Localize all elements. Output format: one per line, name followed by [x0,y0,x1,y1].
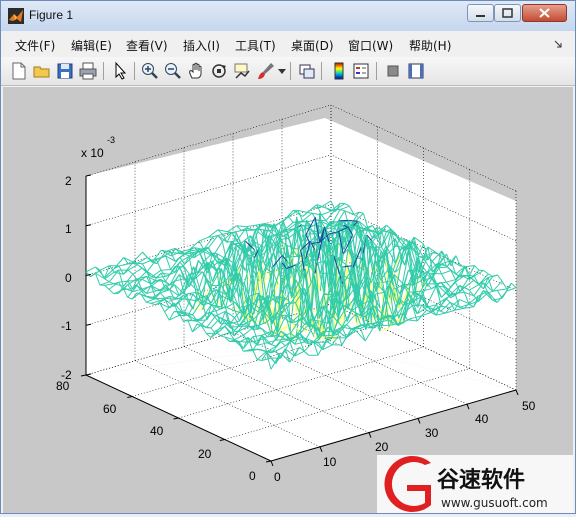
z-exponent-label: x 10 [81,146,104,160]
mesh-line [413,305,422,306]
y-tick-mark [127,397,132,398]
brush-icon[interactable] [256,61,276,81]
show-plot-tools-icon[interactable] [406,61,426,81]
x-tick-label: 10 [323,455,337,469]
dock-arrow-icon[interactable] [553,39,563,49]
title-bar[interactable]: Figure 1 [1,1,575,31]
mesh-line [161,270,171,271]
new-figure-icon[interactable] [9,61,29,81]
watermark-url: www.gusuoft.com [441,496,548,510]
close-icon [523,5,566,21]
x-tick-mark [467,404,469,409]
window-title: Figure 1 [29,8,73,22]
menu-help[interactable]: 帮助(H) [409,37,451,54]
y-tick-label: 80 [56,379,70,393]
y-tick-label: 60 [103,402,117,416]
menu-bar: 文件(F) 编辑(E) 查看(V) 插入(I) 工具(T) 桌面(D) 窗口(W… [1,33,575,55]
y-tick-label: 0 [249,469,256,483]
x-tick-label: 0 [274,470,281,484]
menu-view[interactable]: 查看(V) [126,37,168,54]
menu-insert[interactable]: 插入(I) [183,37,220,54]
z-tick-label: 2 [65,174,72,188]
mesh-line [307,213,312,214]
matlab-logo-icon [8,8,24,24]
figure-canvas[interactable]: 2 1 0 -1 -2 x 10 -3 80 60 40 20 0 0 10 2… [3,87,573,513]
mesh-line [193,309,202,310]
mesh-line [213,253,218,254]
y-tick-mark [174,418,179,419]
z-tick-label: 1 [65,222,72,236]
mesh-line [253,349,262,350]
z-tick-label: 0 [65,271,72,285]
x-tick-mark [369,433,371,438]
minimize-button[interactable] [467,4,494,22]
open-icon[interactable] [32,61,52,81]
toolbar-separator [376,62,377,80]
figure-window: Figure 1 文件(F) 编辑(E) 查看(V) 插入(I) 工具(T) 桌… [0,0,576,514]
mesh-line [323,331,332,332]
toolbar-separator [321,62,322,80]
rotate-3d-icon[interactable] [209,61,229,81]
toolbar-separator [103,62,104,80]
x-tick-label: 30 [425,426,439,440]
y-tick-mark [266,461,271,462]
x-tick-mark [320,447,322,452]
z-exponent-power: -3 [107,135,115,145]
menu-window[interactable]: 窗口(W) [348,37,393,54]
save-icon[interactable] [55,61,75,81]
y-tick-label: 40 [150,424,164,438]
mesh-line [351,329,360,330]
menu-edit[interactable]: 编辑(E) [71,37,112,54]
data-cursor-icon[interactable] [232,61,252,81]
toolbar-separator [290,62,291,80]
menu-file[interactable]: 文件(F) [15,37,55,54]
mesh-line [114,293,119,294]
zoom-out-icon[interactable] [163,61,183,81]
close-button[interactable] [522,4,567,22]
mesh-line [292,256,302,257]
y-tick-mark [220,440,225,441]
x-tick-label: 40 [475,412,489,426]
watermark: 谷速软件 www.gusuoft.com [377,455,573,513]
pan-icon[interactable] [186,61,206,81]
maximize-button[interactable] [494,4,521,22]
x-tick-label: 20 [375,440,389,454]
y-tick-label: 20 [198,447,212,461]
pointer-icon[interactable] [110,61,130,81]
surface-plot[interactable]: 2 1 0 -1 -2 x 10 -3 80 60 40 20 0 0 10 2… [3,87,573,513]
z-tick-label: -1 [61,319,72,333]
mesh-line [258,299,267,300]
x-tick-mark [271,461,273,466]
maximize-icon [495,5,520,21]
print-icon[interactable] [78,61,98,81]
y-tick-mark [81,375,86,376]
x-tick-mark [516,390,518,395]
colorbar-icon[interactable] [329,61,349,81]
toolbar-separator [134,62,135,80]
brush-dropdown-icon[interactable] [278,69,286,75]
menu-desktop[interactable]: 桌面(D) [291,37,334,54]
legend-icon[interactable] [351,61,371,81]
mesh-line [432,273,441,274]
menu-tools[interactable]: 工具(T) [235,37,276,54]
figure-toolbar [1,57,575,86]
hide-plot-tools-icon[interactable] [383,61,403,81]
x-tick-label: 50 [522,399,536,413]
watermark-brand: 谷速软件 [437,467,525,493]
x-tick-mark [418,418,420,423]
link-plot-icon[interactable] [297,61,317,81]
zoom-in-icon[interactable] [140,61,160,81]
minimize-icon [468,5,493,21]
